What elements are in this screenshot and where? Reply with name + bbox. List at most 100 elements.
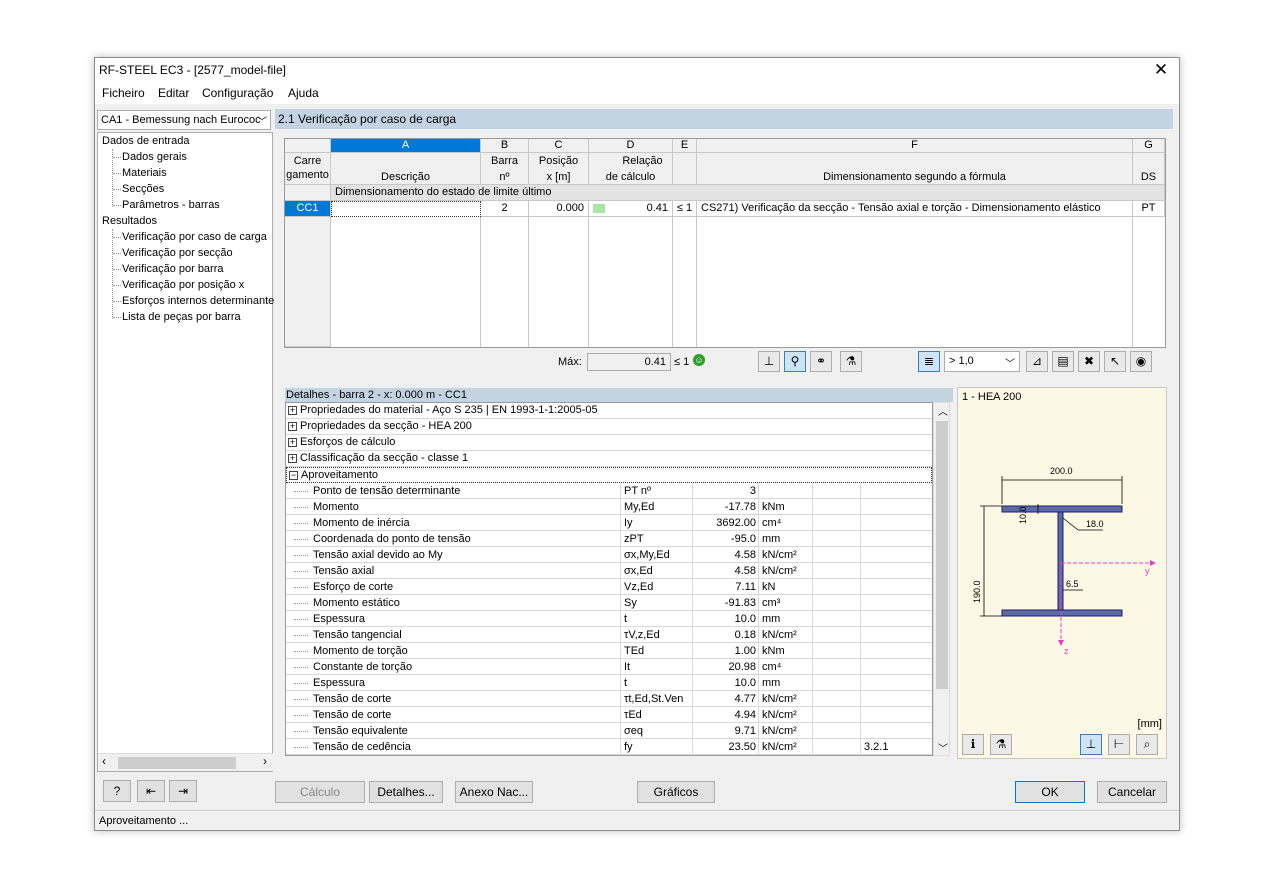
menu-ajuda[interactable]: Ajuda	[288, 86, 319, 100]
help-icon[interactable]: ?	[103, 780, 131, 802]
excel-export-icon[interactable]: ✖	[1078, 351, 1100, 372]
tree-item-lista-pecas[interactable]: Lista de peças por barra	[122, 311, 241, 323]
tree-item-verificacao-caso-carga[interactable]: Verificação por caso de carga	[122, 231, 267, 243]
details-table[interactable]: + Propriedades do material - Aço S 235 | …	[285, 402, 933, 756]
detail-row[interactable]: Tensão de corte τt,Ed,St.Ven 4.77 kN/cm²	[286, 691, 932, 707]
annex-button[interactable]: Anexo Nac...	[455, 781, 533, 803]
cell-ds[interactable]: PT	[1133, 201, 1165, 217]
cell-descricao[interactable]	[331, 201, 481, 217]
detail-row[interactable]: Tensão de cedência fy 23.50 kN/cm² 3.2.1	[286, 739, 932, 755]
details-vertical-scrollbar[interactable]: ︿ ﹀	[933, 402, 950, 756]
dimensions-icon[interactable]: ⊥	[1080, 734, 1102, 755]
header-relacao-l1: Relação	[622, 155, 663, 167]
detail-row[interactable]: Constante de torção It 20.98 cm⁴	[286, 659, 932, 675]
detail-row[interactable]: Tensão tangencial τV,z,Ed 0.18 kN/cm²	[286, 627, 932, 643]
scroll-left-icon[interactable]: ‹	[102, 754, 106, 768]
info-icon[interactable]: ℹ	[962, 734, 984, 755]
detail-sym: τV,z,Ed	[620, 627, 692, 643]
axes-icon[interactable]: ⊢	[1108, 734, 1130, 755]
tree-item-verificacao-seccao[interactable]: Verificação por secção	[122, 247, 233, 259]
detail-row[interactable]: Tensão de corte τEd 4.94 kN/cm²	[286, 707, 932, 723]
detail-row[interactable]: Tensão axial devido ao My σx,My,Ed 4.58 kN/…	[286, 547, 932, 563]
relations-icon[interactable]: ⚭	[810, 351, 832, 372]
menu-configuracao[interactable]: Configuração	[202, 86, 273, 100]
group-material[interactable]: + Propriedades do material - Aço S 235 | …	[286, 403, 932, 419]
section-properties-icon[interactable]: ⚗	[990, 734, 1012, 755]
row-header-cc1[interactable]: CC1	[285, 201, 331, 217]
tree-item-resultados[interactable]: Resultados	[102, 215, 157, 227]
col-letter-g[interactable]: G	[1133, 139, 1165, 153]
color-bars-icon[interactable]: ▤	[1052, 351, 1074, 372]
tree-item-dados-de-entrada[interactable]: Dados de entrada	[102, 135, 189, 147]
detail-row[interactable]: Esforço de corte Vz,Ed 7.11 kN	[286, 579, 932, 595]
detail-row[interactable]: Momento de torção TEd 1.00 kNm	[286, 643, 932, 659]
graphics-button[interactable]: Gráficos	[637, 781, 715, 803]
menu-ficheiro[interactable]: Ficheiro	[102, 86, 145, 100]
design-case-combo[interactable]: CA1 - Bemessung nach Eurococ ﹀	[97, 110, 271, 130]
filter-select[interactable]: > 1,0 ﹀	[944, 351, 1020, 372]
tree-item-verificacao-barra[interactable]: Verificação por barra	[122, 263, 224, 275]
tree-horizontal-scrollbar[interactable]: ‹ ›	[98, 753, 273, 771]
expand-icon[interactable]: +	[288, 422, 297, 431]
col-letter-b[interactable]: B	[481, 139, 529, 153]
header-dimensionamento-text: Dimensionamento segundo a fórmula	[823, 171, 1006, 183]
detail-unit: cm⁴	[758, 515, 812, 531]
col-letter-a[interactable]: A	[331, 139, 481, 153]
import-icon[interactable]: ⇤	[137, 780, 165, 802]
group-aproveitamento[interactable]: − Aproveitamento	[286, 467, 932, 483]
detail-row[interactable]: Ponto de tensão determinante PT nº 3	[286, 483, 932, 499]
detail-row[interactable]: Momento My,Ed -17.78 kNm	[286, 499, 932, 515]
pick-member-icon[interactable]: ↖	[1104, 351, 1126, 372]
col-letter-e[interactable]: E	[673, 139, 697, 153]
optimize-icon[interactable]: ⚗	[840, 351, 862, 372]
cell-barra[interactable]: 2	[481, 201, 529, 217]
detail-row[interactable]: Coordenada do ponto de tensão zPT -95.0 mm	[286, 531, 932, 547]
scroll-thumb[interactable]	[118, 757, 236, 769]
results-table[interactable]: A B C D E F G Carre gamento Descrição Ba…	[284, 138, 1166, 348]
cell-relacao[interactable]: 0.41	[589, 201, 673, 217]
col-letter-d[interactable]: D	[589, 139, 673, 153]
color-scale-icon[interactable]: ⊿	[1026, 351, 1048, 372]
chevron-down-icon: ﹀	[257, 117, 267, 128]
tree-item-dados-gerais[interactable]: Dados gerais	[122, 151, 187, 163]
details-button[interactable]: Detalhes...	[369, 781, 443, 803]
detail-row[interactable]: Momento de inércia Iy 3692.00 cm⁴	[286, 515, 932, 531]
detail-row[interactable]: Tensão axial σx,Ed 4.58 kN/cm²	[286, 563, 932, 579]
calc-button[interactable]: Cálculo	[275, 781, 365, 803]
beam-view-icon[interactable]: ⊥	[758, 351, 780, 372]
group-classificacao[interactable]: + Classificação da secção - classe 1	[286, 451, 932, 467]
expand-icon[interactable]: +	[288, 454, 297, 463]
menu-editar[interactable]: Editar	[158, 86, 189, 100]
detail-row[interactable]: Espessura t 10.0 mm	[286, 611, 932, 627]
scroll-down-icon[interactable]: ﹀	[938, 740, 948, 755]
tree-item-parametros-barras[interactable]: Parâmetros - barras	[122, 199, 220, 211]
cancel-button[interactable]: Cancelar	[1097, 781, 1167, 803]
ok-button[interactable]: OK	[1015, 781, 1085, 803]
expand-icon[interactable]: +	[288, 438, 297, 447]
detail-row[interactable]: Espessura t 10.0 mm	[286, 675, 932, 691]
scroll-thumb[interactable]	[936, 421, 948, 689]
scroll-up-icon[interactable]: ︿	[938, 403, 948, 418]
eye-icon[interactable]: ◉	[1130, 351, 1152, 372]
cell-formula[interactable]: CS271) Verificação da secção - Tensão ax…	[697, 201, 1133, 217]
scroll-right-icon[interactable]: ›	[263, 754, 267, 768]
expand-icon[interactable]: +	[288, 406, 297, 415]
member-select-icon[interactable]: ⚲	[784, 351, 806, 372]
col-letter-c[interactable]: C	[529, 139, 589, 153]
group-seccao[interactable]: + Propriedades da secção - HEA 200	[286, 419, 932, 435]
detail-row[interactable]: Momento estático Sy -91.83 cm³	[286, 595, 932, 611]
col-letter-f[interactable]: F	[697, 139, 1133, 153]
filter-icon[interactable]: ≣	[918, 351, 940, 372]
close-icon[interactable]: ✕	[1151, 60, 1171, 80]
tree-line	[113, 157, 121, 158]
tree-item-esforcos-internos[interactable]: Esforços internos determinante	[122, 295, 274, 307]
cell-posicao[interactable]: 0.000	[529, 201, 589, 217]
tree-item-seccoes[interactable]: Secções	[122, 183, 164, 195]
collapse-icon[interactable]: −	[289, 471, 298, 480]
export-icon[interactable]: ⇥	[169, 780, 197, 802]
tree-item-verificacao-posicao-x[interactable]: Verificação por posição x	[122, 279, 244, 291]
tree-item-materiais[interactable]: Materiais	[122, 167, 167, 179]
zoom-tool-icon[interactable]: ⌕	[1136, 734, 1158, 755]
detail-row[interactable]: Tensão equivalente σeq 9.71 kN/cm²	[286, 723, 932, 739]
group-esforcos[interactable]: + Esforços de cálculo	[286, 435, 932, 451]
